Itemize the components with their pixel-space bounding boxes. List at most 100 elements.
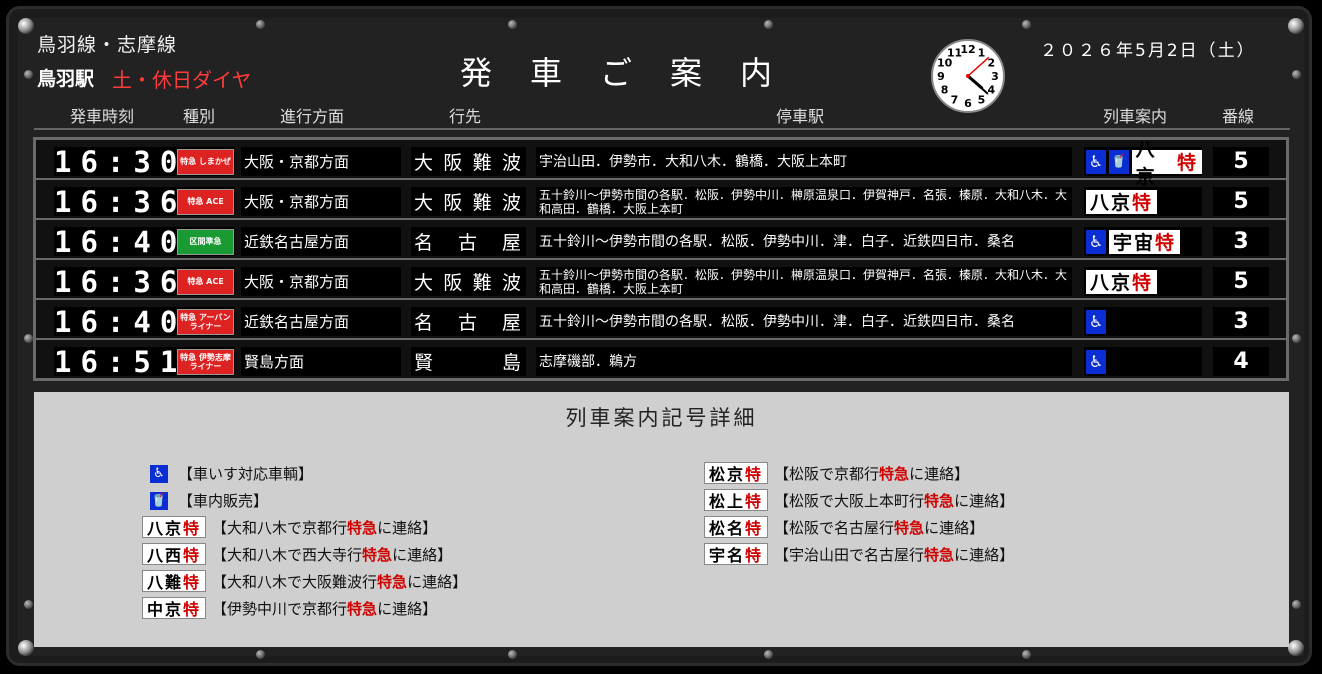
date-display: ２０２６年5月2日（土）	[1040, 41, 1256, 61]
train-info: ♿	[1084, 347, 1202, 376]
legend-connection-item: 八京特【大和八木で京都行 特急 に連絡】	[142, 516, 437, 538]
clock-number: 12	[960, 43, 975, 56]
direction: 大阪・京都方面	[241, 147, 401, 176]
analog-clock: 12 1234567891011	[931, 39, 1005, 113]
destination-char: 島	[501, 352, 523, 374]
destination-char: 大	[414, 192, 436, 214]
train-type-badge: 特急 しまかぜ	[177, 148, 234, 175]
direction: 大阪・京都方面	[241, 267, 401, 296]
destination: 名古屋	[411, 307, 526, 336]
legend-text: に連絡】	[377, 518, 438, 537]
direction: 近鉄名古屋方面	[241, 307, 401, 336]
clock-number: 1	[978, 47, 986, 60]
legend-text: 【松阪で大阪上本町行	[774, 491, 925, 510]
connection-badge: 宇宙特	[1109, 229, 1181, 254]
wheelchair-icon: ♿	[1086, 149, 1106, 174]
bolt	[1292, 70, 1301, 79]
legend-connection-item: 八西特【大和八木で西大寺行 特急 に連絡】	[142, 543, 452, 565]
departure-time: 16:30	[54, 144, 187, 179]
train-type: 特急 アーバンライナー	[176, 307, 235, 336]
stops-list: 五十鈴川～伊勢市間の各駅．松阪．伊勢中川．榊原温泉口．伊賀神戸．名張．榛原．大和…	[536, 267, 1072, 296]
bolt	[24, 70, 33, 79]
connection-badge: 八難特	[142, 570, 207, 592]
stops-list: 志摩磯部．鵜方	[536, 347, 1072, 376]
destination-char: 大	[414, 272, 436, 294]
destination-char: 波	[501, 152, 523, 174]
legend-emphasis: 特急	[347, 599, 378, 618]
station-name: 鳥羽駅	[37, 68, 95, 90]
train-type: 特急 ACE	[176, 267, 235, 296]
departure-row: 16:40 特急 アーバンライナー 近鉄名古屋方面名古屋五十鈴川～伊勢市間の各駅．松…	[36, 300, 1286, 340]
bolt	[508, 20, 517, 29]
legend-text: に連絡】	[909, 464, 970, 483]
bolt	[1022, 20, 1031, 29]
clock-number: 4	[988, 84, 996, 97]
stops-list: 五十鈴川～伊勢市間の各駅．松阪．伊勢中川．津．白子．近鉄四日市．桑名	[536, 227, 1072, 256]
departure-time: 16:36	[54, 264, 187, 299]
legend-emphasis: 特急	[879, 464, 910, 483]
destination: 大阪難波	[411, 147, 526, 176]
bolt	[1022, 650, 1031, 659]
legend-text: 【宇治山田で名古屋行	[774, 545, 925, 564]
direction: 賢島方面	[241, 347, 401, 376]
departure-row: 16:36 特急 ACE 大阪・京都方面大阪難波五十鈴川～伊勢市間の各駅．松阪．伊勢…	[36, 260, 1286, 300]
bolt	[24, 600, 33, 609]
destination-char: 阪	[443, 192, 465, 214]
connection-badge: 八京特	[1086, 189, 1158, 214]
legend-text: に連絡】	[392, 545, 453, 564]
legend-text: に連絡】	[377, 599, 438, 618]
legend-text: に連絡】	[954, 491, 1015, 510]
legend-text: に連絡】	[407, 572, 468, 591]
clock-number: 11	[947, 47, 962, 60]
board-title: 発車ご案内	[460, 54, 811, 92]
train-type: 特急 ACE	[176, 187, 235, 216]
bolt	[764, 650, 773, 659]
drink-icon: 🥤	[150, 491, 168, 510]
destination: 賢島	[411, 347, 526, 376]
train-type-badge: 特急 ACE	[177, 188, 234, 215]
legend-emphasis: 特急	[924, 545, 955, 564]
bolt	[24, 334, 33, 343]
departure-row: 16:36 特急 ACE 大阪・京都方面大阪難波五十鈴川～伊勢市間の各駅．松阪．伊勢…	[36, 180, 1286, 220]
legend-text: 【大和八木で大阪難波行	[212, 572, 378, 591]
destination-char: 阪	[443, 272, 465, 294]
legend-wheelchair-text: 【車いす対応車輌】	[178, 465, 314, 483]
track-number: 5	[1213, 147, 1269, 176]
connection-badge: 八京特	[142, 516, 207, 538]
legend-text: に連絡】	[924, 518, 985, 537]
bolt	[508, 650, 517, 659]
destination-char: 難	[472, 192, 494, 214]
direction: 大阪・京都方面	[241, 187, 401, 216]
legend-connection-item: 八難特【大和八木で大阪難波行 特急 に連絡】	[142, 570, 467, 592]
clock-number: 8	[941, 84, 949, 97]
legend-emphasis: 特急	[894, 518, 925, 537]
destination-char: 波	[501, 272, 523, 294]
bolt	[256, 20, 265, 29]
legend-connection-item: 松京特【松阪で京都行 特急 に連絡】	[704, 462, 969, 484]
legend-vending: 🥤 【車内販売】	[150, 490, 268, 511]
legend-text: 【伊勢中川で京都行	[212, 599, 348, 618]
col-header-info: 列車案内	[1103, 107, 1168, 126]
connection-badge: 松上特	[704, 489, 769, 511]
legend-connection-item: 宇名特【宇治山田で名古屋行 特急 に連絡】	[704, 543, 1014, 565]
legend-panel: 列車案内記号詳細 ♿ 【車いす対応車輌】 🥤 【車内販売】 八京特【大和八木で京…	[34, 392, 1289, 647]
direction: 近鉄名古屋方面	[241, 227, 401, 256]
legend-text: 【松阪で京都行	[774, 464, 880, 483]
departure-row: 16:30 特急 しまかぜ 大阪・京都方面大阪難波宇治山田．伊勢市．大和八木．鶴橋．…	[36, 139, 1286, 188]
destination-char: 古	[457, 312, 479, 334]
corner-bolt	[18, 18, 34, 34]
connection-badge: 八京特	[1086, 269, 1158, 294]
wheelchair-icon: ♿	[1086, 309, 1106, 334]
destination-char: 難	[472, 152, 494, 174]
stops-list: 五十鈴川～伊勢市間の各駅．松阪．伊勢中川．榊原温泉口．伊賀神戸．名張．榛原．大和…	[536, 187, 1072, 216]
connection-badge: 八京特	[1131, 139, 1202, 188]
destination-char: 大	[414, 152, 436, 174]
train-type: 特急 しまかぜ	[176, 147, 235, 176]
train-info: 八京特	[1084, 267, 1202, 296]
departure-table: 16:30 特急 しまかぜ 大阪・京都方面大阪難波宇治山田．伊勢市．大和八木．鶴橋．…	[33, 137, 1289, 381]
connection-badge: 八西特	[142, 543, 207, 565]
bolt	[764, 20, 773, 29]
connection-badge: 松名特	[704, 516, 769, 538]
legend-connection-item: 松上特【松阪で大阪上本町行 特急 に連絡】	[704, 489, 1014, 511]
departure-time: 16:51	[54, 344, 187, 379]
